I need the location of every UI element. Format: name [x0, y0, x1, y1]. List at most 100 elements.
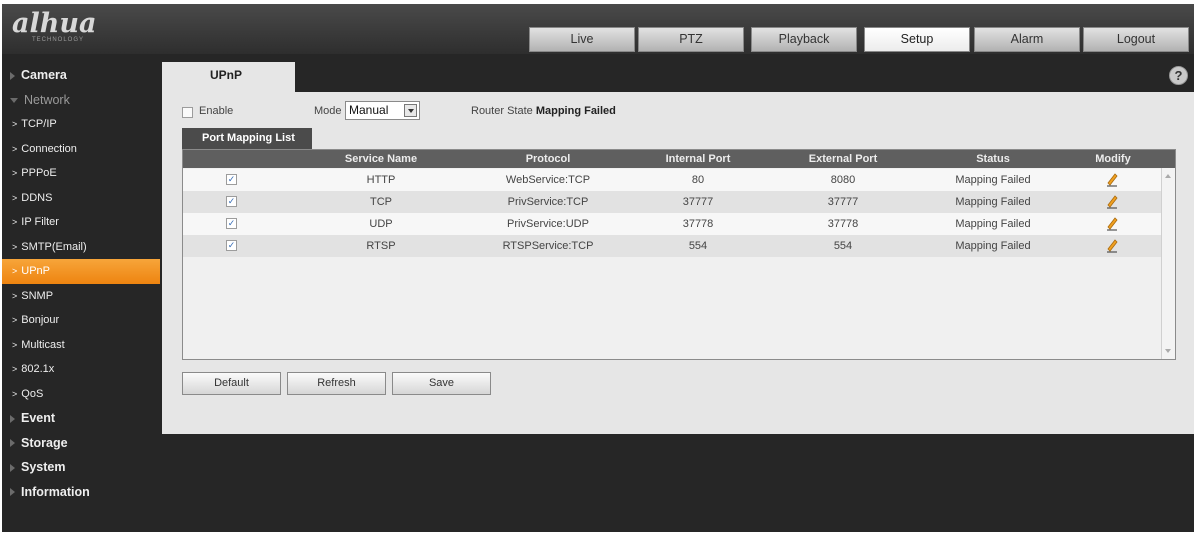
brand-logo: alhua — [12, 8, 97, 39]
sidebar-item-upnp[interactable]: > UPnP — [2, 259, 160, 284]
chevron-right-icon: > — [12, 143, 18, 154]
cell-internal-port: 37778 — [682, 218, 714, 230]
dropdown-arrow-icon[interactable] — [404, 104, 417, 117]
brand-logo-sub: TECHNOLOGY — [32, 37, 85, 43]
edit-pencil-icon[interactable] — [1104, 215, 1120, 231]
enable-checkbox[interactable] — [182, 107, 193, 118]
sidebar-item-pppoe[interactable]: > PPPoE — [2, 161, 160, 186]
sidebar-section-storage[interactable]: Storage — [2, 431, 160, 456]
cell-service-name: UDP — [369, 218, 393, 230]
caret-down-icon — [10, 97, 18, 103]
sidebar-item-label: PPPoE — [21, 167, 57, 179]
caret-right-icon — [10, 439, 15, 448]
edit-pencil-icon[interactable] — [1104, 193, 1120, 209]
sidebar-item-label: SMTP(Email) — [21, 240, 87, 253]
sidebar-item-qos[interactable]: > QoS — [2, 382, 160, 407]
sidebar-section-event[interactable]: Event — [2, 406, 160, 431]
sidebar-item-label: Storage — [21, 435, 68, 450]
header-bar: alhua TECHNOLOGY Live PTZ Playback Setup… — [2, 4, 1194, 54]
sidebar-item-ip-filter[interactable]: > IP Filter — [2, 210, 160, 235]
table-row: ✓ UDP PrivService:UDP 37778 37778 Mappin… — [183, 213, 1161, 235]
tab-port-mapping-list[interactable]: Port Mapping List — [182, 128, 312, 149]
row-checkbox[interactable]: ✓ — [226, 218, 237, 229]
sidebar-item-label: SNMP — [21, 289, 54, 302]
sidebar-item-smtp[interactable]: > SMTP(Email) — [2, 235, 160, 260]
sidebar-item-label: Information — [21, 484, 90, 499]
app-window: alhua TECHNOLOGY Live PTZ Playback Setup… — [2, 4, 1194, 532]
nav-tab-setup[interactable]: Setup — [864, 27, 970, 52]
router-state-label: Router State — [471, 105, 533, 117]
sidebar-item-label: IP Filter — [21, 216, 59, 228]
table-header: Service Name Protocol Internal Port Exte… — [183, 150, 1175, 168]
chevron-right-icon: > — [12, 315, 18, 325]
refresh-button[interactable]: Refresh — [287, 372, 386, 395]
nav-tab-ptz[interactable]: PTZ — [638, 27, 744, 52]
sidebar-item-label: Event — [21, 411, 56, 425]
sidebar-item-label: Multicast — [21, 338, 65, 351]
cell-protocol: PrivService:UDP — [507, 218, 589, 230]
help-icon[interactable]: ? — [1169, 66, 1188, 85]
edit-pencil-icon[interactable] — [1104, 171, 1120, 187]
sidebar-item-ddns[interactable]: > DDNS — [2, 186, 160, 211]
tab-upnp[interactable]: UPnP — [162, 62, 295, 92]
sidebar-section-camera[interactable]: Camera — [2, 63, 160, 88]
scroll-up-arrow-icon[interactable] — [1165, 174, 1171, 178]
cell-internal-port: 554 — [688, 240, 708, 252]
sidebar-item-label: System — [21, 460, 66, 474]
row-checkbox[interactable]: ✓ — [226, 240, 237, 251]
sidebar-item-label: DDNS — [21, 191, 53, 204]
chevron-right-icon: > — [12, 119, 18, 129]
column-header-internal-port: Internal Port — [665, 153, 731, 165]
cell-internal-port: 37777 — [682, 196, 714, 208]
default-button[interactable]: Default — [182, 372, 281, 395]
chevron-right-icon: > — [12, 266, 18, 276]
cell-internal-port: 80 — [691, 174, 705, 186]
mode-select[interactable]: Manual — [345, 101, 420, 120]
caret-right-icon — [10, 488, 15, 497]
sidebar-item-label: Network — [24, 92, 70, 107]
nav-tab-alarm[interactable]: Alarm — [974, 27, 1080, 52]
row-checkbox[interactable]: ✓ — [226, 196, 237, 207]
sidebar-item-label: UPnP — [21, 265, 51, 277]
sidebar-menu: Camera Network > TCP/IP > Connection > PPPo… — [2, 63, 160, 504]
edit-pencil-icon[interactable] — [1104, 237, 1120, 253]
mode-select-value: Manual — [349, 103, 389, 117]
sidebar-section-network[interactable]: Network — [2, 88, 160, 113]
sidebar-item-bonjour[interactable]: > Bonjour — [2, 308, 160, 333]
nav-tab-logout[interactable]: Logout — [1083, 27, 1189, 52]
sidebar-item-label: Connection — [21, 142, 77, 155]
sidebar-item-connection[interactable]: > Connection — [2, 137, 160, 162]
sidebar-item-tcpip[interactable]: > TCP/IP — [2, 112, 160, 137]
sidebar-item-multicast[interactable]: > Multicast — [2, 333, 160, 358]
cell-service-name: TCP — [370, 196, 392, 208]
sidebar-section-system[interactable]: System — [2, 455, 160, 480]
cell-status: Mapping Failed — [955, 174, 1031, 186]
cell-protocol: RTSPService:TCP — [502, 240, 594, 252]
cell-external-port: 37777 — [827, 196, 859, 208]
nav-tab-live[interactable]: Live — [529, 27, 635, 52]
table-row: ✓ HTTP WebService:TCP 80 8080 Mapping Fa… — [183, 169, 1161, 191]
sidebar-section-information[interactable]: Information — [2, 480, 160, 505]
cell-service-name: RTSP — [366, 240, 396, 252]
save-button[interactable]: Save — [392, 372, 491, 395]
cell-status: Mapping Failed — [955, 240, 1031, 252]
chevron-right-icon: > — [12, 241, 18, 252]
cell-protocol: WebService:TCP — [505, 174, 591, 186]
scroll-down-arrow-icon[interactable] — [1165, 349, 1171, 353]
chevron-right-icon: > — [12, 388, 18, 399]
mode-label: Mode — [314, 105, 342, 117]
column-header-service-name: Service Name — [344, 153, 418, 165]
sidebar-item-8021x[interactable]: >802.1x — [2, 357, 160, 382]
chevron-right-icon: > — [12, 290, 18, 301]
cell-service-name: HTTP — [366, 174, 396, 186]
table-scrollbar[interactable] — [1161, 168, 1175, 359]
content-tab-bar — [162, 62, 1194, 92]
column-header-modify: Modify — [1095, 153, 1131, 165]
sidebar-item-label: Camera — [21, 68, 67, 82]
nav-tab-playback[interactable]: Playback — [751, 27, 857, 52]
column-header-protocol: Protocol — [525, 153, 571, 165]
row-checkbox[interactable]: ✓ — [226, 174, 237, 185]
sidebar-item-snmp[interactable]: > SNMP — [2, 284, 160, 309]
cell-protocol: PrivService:TCP — [507, 196, 589, 208]
sidebar-item-label: 802.1x — [21, 363, 55, 375]
